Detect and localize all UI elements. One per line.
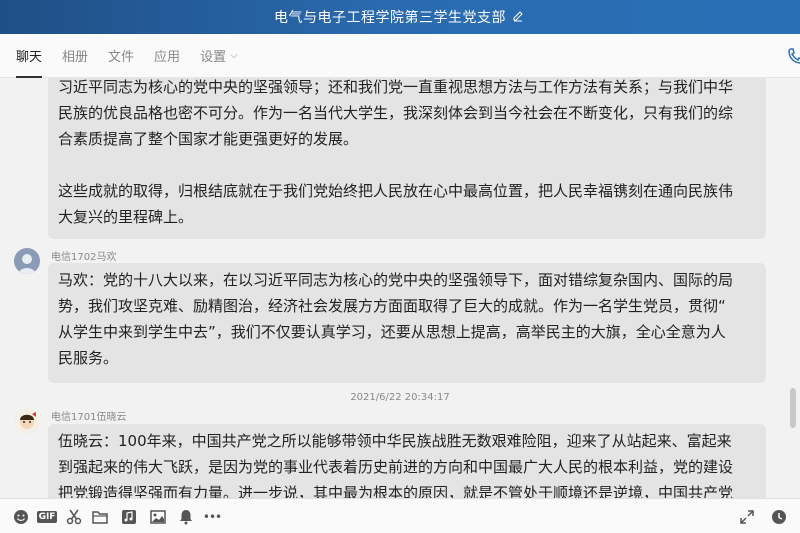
emoji-icon[interactable] [12, 508, 30, 526]
message-line: 从学生中来到学生中去”，我们不仅要认真学习，还要从思想上提高，高举民主的大旗，全… [58, 323, 726, 341]
message-line: 马欢：党的十八大以来，在以习近平同志为核心的党中央的坚强领导下，面对错综复杂国内… [58, 271, 734, 289]
avatar[interactable] [14, 248, 40, 274]
message-line: 大复兴的里程碑上。 [58, 208, 194, 226]
expand-icon[interactable] [738, 508, 756, 526]
group-title: 电气与电子工程学院第三学生党支部 [274, 10, 506, 26]
chat-area[interactable]: 习近平同志为核心的党中央的坚强领导；还和我们党一直重视思想方法与工作方法有关系；… [0, 78, 800, 498]
message-line: 伍晓云：100年来，中国共产党之所以能够带领中华民族战胜无数艰难险阻，迎来了从站… [58, 432, 732, 450]
message-line: 势，我们攻坚克难、励精图治，经济社会发展方方面面取得了巨大的成就。作为一名学生党… [58, 297, 726, 315]
scissors-icon[interactable] [65, 508, 83, 526]
sender-name[interactable]: 电信1701伍晓云 [51, 408, 126, 423]
sender-name[interactable]: 电信1702马欢 [51, 248, 116, 263]
tab-chat[interactable]: 聊天 [6, 34, 52, 78]
title-bar: 电气与电子工程学院第三学生党支部 [0, 0, 800, 34]
message-line: 民服务。 [58, 349, 119, 367]
message-timestamp: 2021/6/22 20:34:17 [350, 392, 450, 403]
tab-bar: 聊天 相册 文件 应用 设置 ⌵ [0, 34, 800, 78]
image-icon[interactable] [149, 508, 167, 526]
bell-icon[interactable] [177, 508, 195, 526]
message-line: 这些成就的取得，归根结底就在于我们党始终把人民放在心中最高位置，把人民幸福镌刻在… [58, 182, 734, 200]
message-bubble: 习近平同志为核心的党中央的坚强领导；还和我们党一直重视思想方法与工作方法有关系；… [48, 78, 766, 239]
tab-apps[interactable]: 应用 [144, 34, 190, 78]
tab-settings[interactable]: 设置 ⌵ [190, 34, 248, 78]
scrollbar-thumb[interactable] [790, 388, 796, 428]
music-icon[interactable] [120, 508, 138, 526]
tab-files[interactable]: 文件 [98, 34, 144, 78]
edit-icon[interactable] [512, 10, 526, 24]
message-bubble: 伍晓云：100年来，中国共产党之所以能够带领中华民族战胜无数艰难险阻，迎来了从站… [48, 424, 766, 498]
message-line: 民族的优良品格也密不可分。作为一名当代大学生，我深刻体会到当今社会在不断变化，只… [58, 104, 734, 122]
phone-icon[interactable] [786, 46, 800, 66]
chevron-down-icon: ⌵ [230, 50, 238, 61]
gif-icon[interactable]: GIF [36, 508, 58, 526]
avatar[interactable] [14, 408, 40, 434]
message-line: 把党锻造得坚强而有力量。进一步说，其中最为根本的原因，就是不管处于顺境还是逆境，… [58, 484, 734, 498]
message-line: 合素质提高了整个国家才能更强更好的发展。 [58, 130, 359, 148]
more-icon[interactable]: ••• [202, 508, 222, 526]
message-line: 习近平同志为核心的党中央的坚强领导；还和我们党一直重视思想方法与工作方法有关系；… [58, 78, 734, 96]
tab-album[interactable]: 相册 [52, 34, 98, 78]
message-line: 到强起来的伟大飞跃，是因为党的事业代表着历史前进的方向和中国最广大人民的根本利益… [58, 458, 734, 476]
message-bubble: 马欢：党的十八大以来，在以习近平同志为核心的党中央的坚强领导下，面对错综复杂国内… [48, 263, 766, 383]
history-icon[interactable] [770, 508, 788, 526]
input-toolbar: GIF ••• [0, 498, 800, 533]
folder-icon[interactable] [91, 508, 109, 526]
